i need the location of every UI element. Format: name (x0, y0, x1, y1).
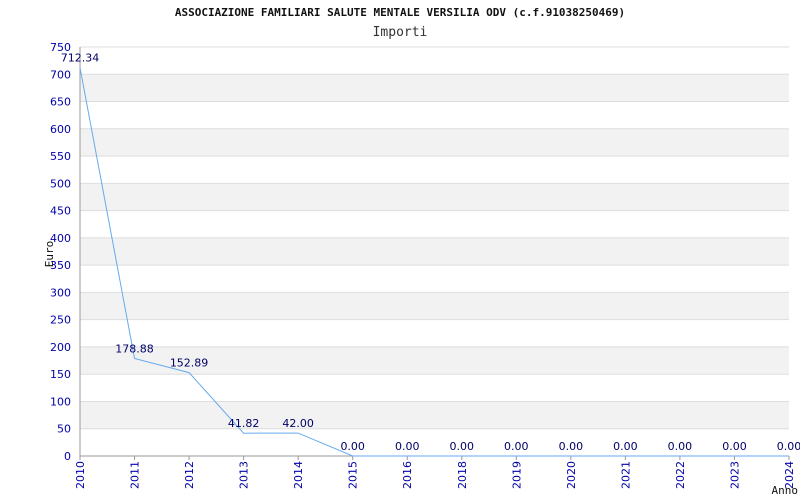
line-chart: 0501001502002503003504004505005506006507… (43, 41, 800, 497)
x-tick-label: 2011 (129, 461, 142, 489)
x-tick-label: 2015 (347, 461, 360, 489)
y-tick-label: 300 (50, 286, 71, 299)
data-label: 0.00 (668, 440, 693, 453)
data-label: 0.00 (395, 440, 420, 453)
y-tick-label: 450 (50, 205, 71, 218)
data-label: 178.88 (115, 342, 154, 355)
x-tick-label: 2020 (565, 461, 578, 489)
y-tick-label: 700 (50, 68, 71, 81)
y-tick-label: 200 (50, 341, 71, 354)
x-tick-label: 2023 (728, 461, 741, 489)
data-label: 42.00 (282, 417, 314, 430)
data-label: 0.00 (340, 440, 365, 453)
x-tick-label: 2022 (674, 461, 687, 489)
data-label: 0.00 (450, 440, 475, 453)
data-label: 0.00 (722, 440, 747, 453)
grid-band (80, 74, 789, 102)
y-tick-label: 550 (50, 150, 71, 163)
y-tick-label: 500 (50, 177, 71, 190)
grid-band (80, 128, 789, 157)
grid-band (80, 237, 789, 266)
y-tick-label: 250 (50, 314, 71, 327)
grid-band (80, 401, 789, 429)
data-label: 0.00 (504, 440, 529, 453)
y-tick-label: 0 (64, 450, 71, 463)
data-label: 712.34 (61, 52, 100, 65)
x-tick-label: 2013 (238, 461, 251, 489)
x-tick-label: 2019 (510, 461, 523, 489)
data-label: 41.82 (228, 417, 260, 430)
y-tick-label: 100 (50, 395, 71, 408)
x-tick-label: 2021 (619, 461, 632, 489)
y-axis-label: Euro (43, 241, 56, 268)
data-label: 0.00 (559, 440, 584, 453)
x-tick-label: 2014 (292, 461, 305, 489)
x-tick-label: 2012 (183, 461, 196, 489)
y-tick-label: 650 (50, 96, 71, 109)
data-label: 0.00 (777, 440, 800, 453)
data-label: 152.89 (170, 357, 209, 370)
x-tick-label: 2018 (456, 461, 469, 489)
grid-band (80, 183, 789, 211)
y-tick-label: 150 (50, 368, 71, 381)
y-tick-label: 50 (57, 423, 71, 436)
grid-band (80, 292, 789, 320)
data-label: 0.00 (613, 440, 638, 453)
x-axis-label: Anno (772, 484, 799, 497)
x-tick-label: 2010 (74, 461, 87, 489)
x-tick-label: 2016 (401, 461, 414, 489)
y-tick-label: 600 (50, 123, 71, 136)
